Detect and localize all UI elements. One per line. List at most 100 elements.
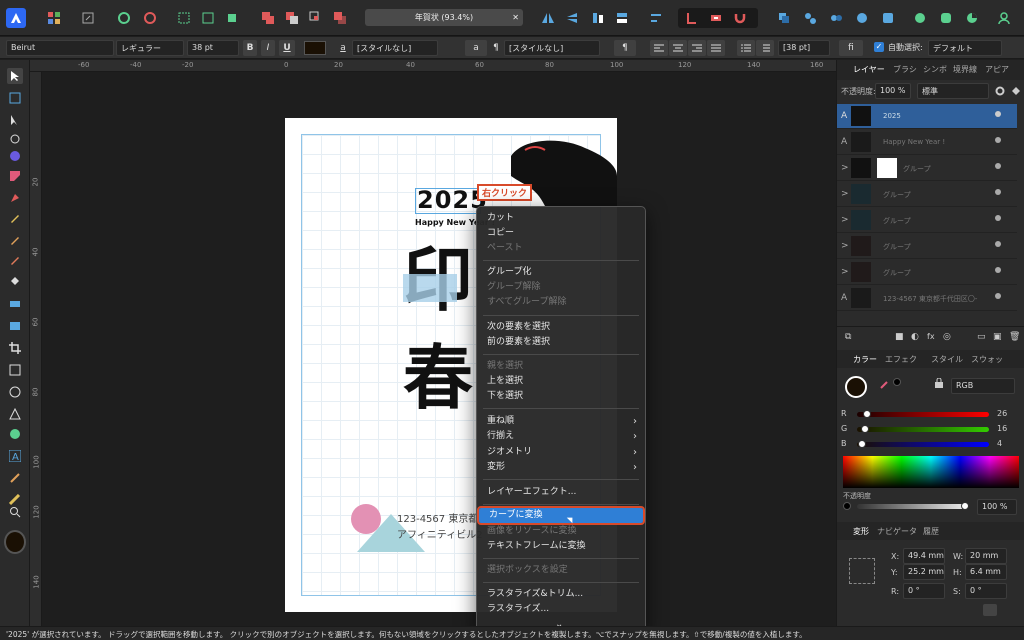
- paint-brush-icon[interactable]: [7, 252, 23, 268]
- fill-color-swatch[interactable]: [4, 530, 26, 554]
- flip-vertical-icon[interactable]: [562, 8, 582, 28]
- crop-tool-icon[interactable]: [7, 340, 23, 356]
- menu-item-rasterise[interactable]: ラスタライズ...: [477, 602, 645, 617]
- lock-icon[interactable]: [935, 377, 943, 391]
- align-right-icon[interactable]: [688, 40, 706, 56]
- persona-pixel-icon[interactable]: [44, 8, 64, 28]
- layer-visible-icon[interactable]: [995, 293, 1001, 299]
- boolean-xor-icon[interactable]: [330, 8, 350, 28]
- snapping-icon[interactable]: [140, 8, 160, 28]
- menu-item-rasterise-trim[interactable]: ラスタライズ&トリム...: [477, 587, 645, 602]
- anchor-point-selector[interactable]: [849, 558, 875, 584]
- view-icon[interactable]: [826, 8, 846, 28]
- italic-button[interactable]: I: [261, 40, 275, 56]
- width-field[interactable]: 20 mm: [965, 548, 1007, 564]
- settings-icon[interactable]: [114, 8, 134, 28]
- bold-button[interactable]: B: [243, 40, 257, 56]
- red-slider-knob[interactable]: [863, 410, 871, 418]
- font-family-select[interactable]: Beirut: [6, 40, 114, 56]
- pencil-tool-icon[interactable]: [7, 210, 23, 226]
- ellipse-tool-icon[interactable]: [7, 384, 23, 400]
- tab-appearance[interactable]: アピア: [985, 64, 1009, 75]
- menu-item-arrange[interactable]: 重ね順 ›: [477, 414, 645, 429]
- text-tool-icon[interactable]: A: [7, 448, 23, 464]
- layer-visible-icon[interactable]: [995, 267, 1001, 273]
- green-slider-knob[interactable]: [861, 425, 869, 433]
- adjustment-icon[interactable]: ◐: [911, 332, 919, 342]
- move-tool-icon[interactable]: [7, 68, 23, 84]
- contour-tool-icon[interactable]: [7, 148, 23, 164]
- layer-opacity-field[interactable]: 100 %: [875, 83, 911, 99]
- red-slider[interactable]: [857, 410, 989, 418]
- layer-row[interactable]: > グループ: [837, 208, 1017, 233]
- blue-value[interactable]: 4: [997, 439, 1002, 448]
- add-layer-icon[interactable]: ▭: [977, 332, 986, 342]
- point-transform-icon[interactable]: [7, 131, 23, 147]
- layer-row[interactable]: > グループ: [837, 234, 1017, 259]
- vector-brush-icon[interactable]: [7, 232, 23, 248]
- layers-icon[interactable]: [774, 8, 794, 28]
- pen-tool-icon[interactable]: [7, 190, 23, 206]
- layer-visible-icon[interactable]: [995, 189, 1001, 195]
- layer-row[interactable]: > グループ: [837, 156, 1017, 181]
- snap-icon[interactable]: [682, 8, 702, 28]
- node-tool-icon[interactable]: [7, 112, 23, 128]
- menu-item-select-below[interactable]: 下を選択: [477, 389, 645, 404]
- numbering-icon[interactable]: [756, 40, 774, 56]
- tab-stroke[interactable]: 境界線: [953, 64, 977, 75]
- align-center-icon[interactable]: [669, 40, 687, 56]
- align-left-icon[interactable]: [650, 40, 668, 56]
- persona-export-icon[interactable]: [78, 8, 98, 28]
- menu-item-convert-to-curves[interactable]: カーブに変換: [477, 506, 645, 525]
- document-title-tab[interactable]: 年賀状 (93.4%) ✕: [365, 9, 523, 26]
- auto-select-checkbox[interactable]: ✓: [874, 42, 884, 52]
- tab-symbols[interactable]: シンボ: [923, 64, 947, 75]
- menu-item-convert-to-text-frame[interactable]: テキストフレームに変換: [477, 539, 645, 554]
- bullets-icon[interactable]: [737, 40, 755, 56]
- user-icon[interactable]: [994, 8, 1014, 28]
- boolean-intersect-icon[interactable]: [306, 8, 326, 28]
- live-filter-icon[interactable]: ◎: [943, 332, 951, 342]
- fx-icon[interactable]: fx: [927, 332, 935, 341]
- leading-field[interactable]: [38 pt]: [778, 40, 830, 56]
- place-image-icon[interactable]: [7, 318, 23, 334]
- shear-field[interactable]: 0 °: [965, 583, 1007, 599]
- insert-icon[interactable]: [706, 8, 726, 28]
- shape-tool-icon[interactable]: [7, 426, 23, 442]
- blue-slider[interactable]: [857, 440, 989, 448]
- menu-item-set-selection-box[interactable]: 選択ボックスを設定: [477, 563, 645, 578]
- color-model-select[interactable]: RGB: [951, 378, 1015, 394]
- layer-row[interactable]: A Happy New Year !: [837, 130, 1017, 155]
- app-menu-icon[interactable]: [6, 8, 26, 28]
- close-icon[interactable]: ✕: [512, 9, 519, 26]
- menu-item-convert-to-resource[interactable]: 画像をリソースに変換: [477, 524, 645, 539]
- arrange-back-icon[interactable]: [612, 8, 632, 28]
- font-weight-select[interactable]: レギュラー: [116, 40, 184, 56]
- fill-swatch[interactable]: [845, 376, 867, 398]
- eyedropper-tool-icon[interactable]: [7, 470, 23, 486]
- fill-tool-icon[interactable]: [7, 274, 23, 290]
- height-field[interactable]: 6.4 mm: [965, 564, 1007, 580]
- transform-options-icon[interactable]: [983, 604, 997, 616]
- text-color-swatch[interactable]: [304, 41, 326, 55]
- menu-item-copy[interactable]: コピー: [477, 226, 645, 241]
- blue-slider-knob[interactable]: [858, 440, 866, 448]
- tab-swatches[interactable]: スウォッ: [971, 354, 1003, 365]
- font-size-field[interactable]: 38 pt: [187, 40, 239, 56]
- layer-row[interactable]: A 123-4567 東京都千代田区〇-: [837, 286, 1017, 311]
- menu-item-transform[interactable]: 変形 ›: [477, 460, 645, 475]
- tab-brushes[interactable]: ブラシ: [893, 64, 917, 75]
- pen-icon[interactable]: [936, 8, 956, 28]
- layer-row[interactable]: A 2025: [837, 104, 1017, 129]
- assistant-icon[interactable]: [878, 8, 898, 28]
- menu-item-select-above[interactable]: 上を選択: [477, 374, 645, 389]
- gear-icon[interactable]: [995, 86, 1005, 99]
- menu-item-ungroup-all[interactable]: すべてグループ解除: [477, 295, 645, 310]
- tab-color[interactable]: カラー: [853, 354, 877, 365]
- chat-icon[interactable]: [910, 8, 930, 28]
- distribute-icon[interactable]: [646, 8, 666, 28]
- boolean-add-icon[interactable]: [258, 8, 278, 28]
- arrange-icon[interactable]: [588, 8, 608, 28]
- tab-effects[interactable]: エフェク: [885, 354, 917, 365]
- select-all-icon[interactable]: [174, 8, 194, 28]
